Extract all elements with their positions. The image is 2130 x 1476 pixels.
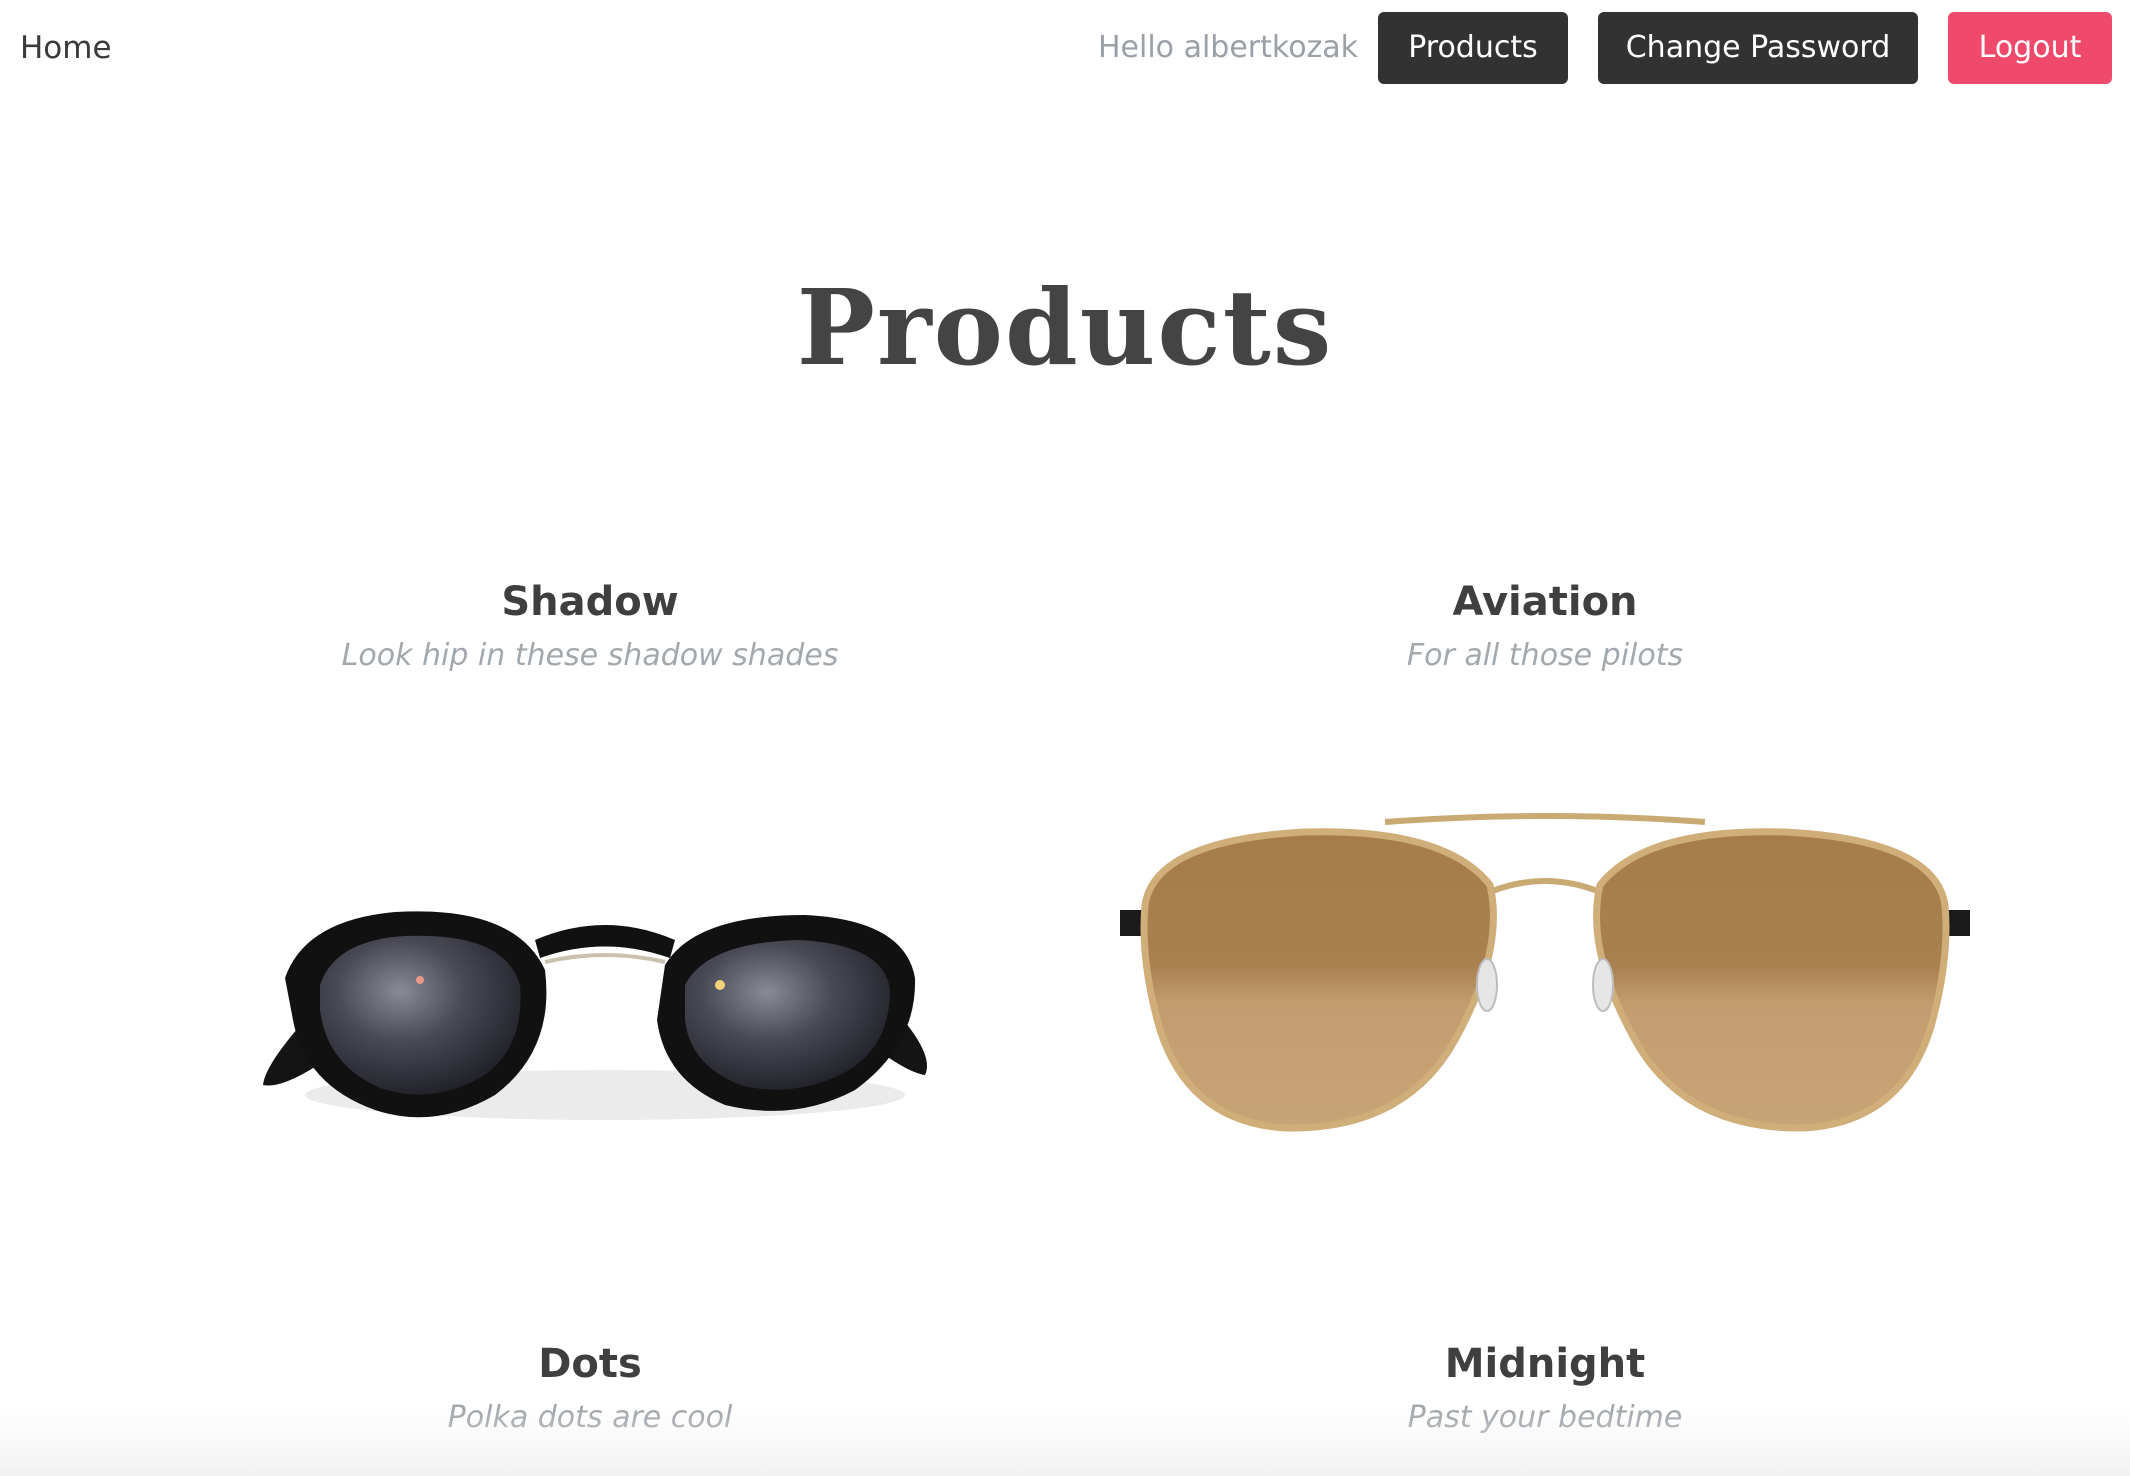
user-greeting: Hello albertkozak [1098, 30, 1359, 65]
shadow-sunglasses-image[interactable] [245, 860, 965, 1140]
page-title: Products [796, 266, 1334, 389]
home-link[interactable]: Home [20, 20, 112, 76]
product-name: Midnight [1444, 1341, 1646, 1387]
aviation-sunglasses-image[interactable] [1115, 810, 1975, 1150]
change-password-button[interactable]: Change Password [1598, 12, 1918, 84]
product-description: For all those pilots [1406, 638, 1684, 673]
product-description: Look hip in these shadow shades [341, 638, 839, 673]
logout-button[interactable]: Logout [1948, 12, 2112, 84]
scroll-fade [0, 1410, 2130, 1476]
product-card-shadow[interactable]: Shadow Look hip in these shadow shades [115, 574, 1065, 678]
product-card-aviation[interactable]: Aviation For all those pilots [1070, 574, 2020, 678]
products-button[interactable]: Products [1378, 12, 1568, 84]
product-name: Dots [538, 1341, 642, 1387]
product-name: Shadow [501, 579, 679, 625]
product-name: Aviation [1452, 579, 1638, 625]
